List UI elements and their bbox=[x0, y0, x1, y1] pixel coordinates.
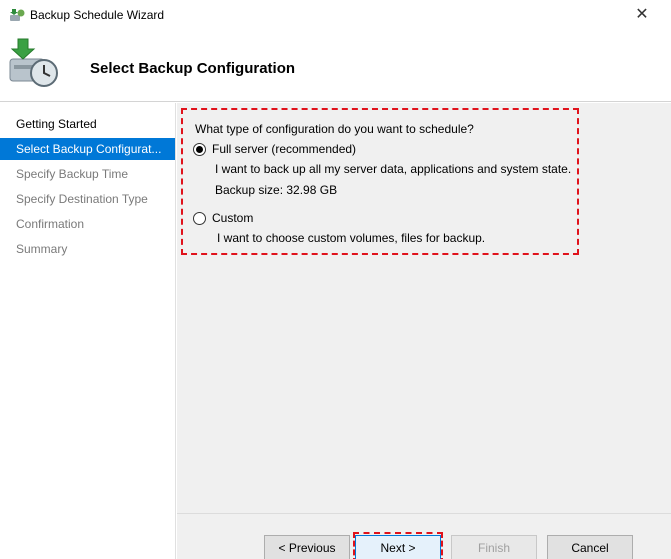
custom-option[interactable]: Custom bbox=[193, 210, 253, 226]
window-title: Backup Schedule Wizard bbox=[30, 8, 165, 22]
cancel-button[interactable]: Cancel bbox=[547, 535, 633, 559]
step-select-backup-configuration[interactable]: Select Backup Configurat... bbox=[0, 138, 175, 160]
wizard-steps-sidebar: Getting Started Select Backup Configurat… bbox=[0, 103, 176, 559]
title-bar: Backup Schedule Wizard ✕ bbox=[0, 0, 671, 31]
finish-button: Finish bbox=[451, 535, 537, 559]
backup-wizard-icon bbox=[9, 38, 58, 87]
close-button[interactable]: ✕ bbox=[627, 4, 657, 26]
configuration-options-highlight: What type of configuration do you want t… bbox=[181, 108, 579, 255]
step-specify-backup-time: Specify Backup Time bbox=[16, 167, 129, 181]
full-server-radio[interactable] bbox=[193, 142, 206, 156]
backup-app-icon bbox=[10, 9, 25, 21]
previous-button[interactable]: < Previous bbox=[264, 535, 350, 559]
wizard-header: Select Backup Configuration bbox=[0, 31, 671, 102]
step-confirmation: Confirmation bbox=[16, 217, 85, 231]
custom-description: I want to choose custom volumes, files f… bbox=[217, 231, 486, 245]
wizard-footer: < Previous Next > Finish Cancel bbox=[177, 513, 671, 559]
full-server-label[interactable]: Full server (recommended) bbox=[212, 142, 356, 156]
page-title: Select Backup Configuration bbox=[90, 60, 296, 77]
step-specify-destination-type: Specify Destination Type bbox=[16, 192, 148, 206]
step-summary: Summary bbox=[16, 242, 68, 256]
step-getting-started[interactable]: Getting Started bbox=[0, 113, 175, 135]
custom-label[interactable]: Custom bbox=[212, 211, 253, 225]
custom-radio[interactable] bbox=[193, 211, 206, 225]
full-server-description: I want to back up all my server data, ap… bbox=[215, 162, 572, 176]
wizard-content: What type of configuration do you want t… bbox=[177, 103, 671, 513]
backup-size: Backup size: 32.98 GB bbox=[215, 183, 338, 197]
configuration-question: What type of configuration do you want t… bbox=[195, 122, 474, 136]
full-server-option[interactable]: Full server (recommended) bbox=[193, 141, 356, 157]
next-button[interactable]: Next > bbox=[355, 535, 441, 559]
